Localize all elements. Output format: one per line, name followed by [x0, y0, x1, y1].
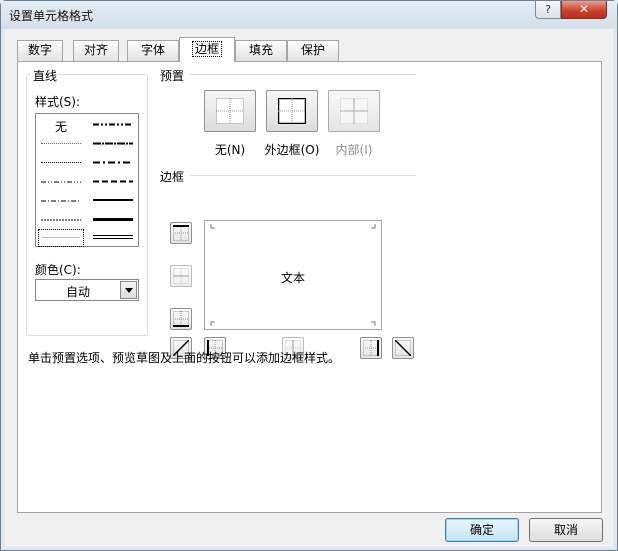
- tab-font[interactable]: 字体: [127, 40, 179, 61]
- cancel-button[interactable]: 取消: [529, 518, 603, 542]
- preset-outline-label: 外边框(O): [264, 143, 320, 157]
- presets-divider: [190, 74, 416, 75]
- border-outline-icon: [278, 98, 306, 124]
- preset-inside-button: [328, 90, 380, 132]
- diagonal-down-icon: [395, 340, 411, 356]
- format-cells-dialog: 设置单元格格式 ? ✕ 数字 对齐 字体 边框 填充 保护 直线 样式(S): …: [0, 0, 618, 551]
- border-top-icon: [173, 225, 189, 241]
- chevron-down-icon[interactable]: [120, 281, 137, 299]
- hint-text: 单击预置选项、预览草图及上面的按钮可以添加边框样式。: [28, 351, 341, 365]
- preview-text: 文本: [280, 271, 305, 285]
- window-title: 设置单元格格式: [9, 9, 94, 23]
- border-bottom-icon: [173, 311, 189, 327]
- line-style-list[interactable]: 无: [35, 113, 139, 247]
- border-tab-panel: 直线 样式(S): 无 颜色(C): 自动 预置 无(N) 外边框(O) 内部(…: [17, 61, 602, 513]
- line-style-thick-dash-dot-dot[interactable]: [90, 116, 136, 134]
- line-group-title: 直线: [31, 67, 60, 84]
- title-bar[interactable]: 设置单元格格式 ? ✕: [1, 1, 617, 29]
- line-style-thin-selected[interactable]: [38, 229, 84, 247]
- color-label: 颜色(C):: [35, 263, 81, 277]
- border-divider: [190, 175, 416, 176]
- line-style-double[interactable]: [90, 229, 136, 247]
- preset-outline-button[interactable]: [266, 90, 318, 132]
- tab-border[interactable]: 边框: [179, 37, 235, 62]
- preset-none-button[interactable]: [204, 90, 256, 132]
- presets-title: 预置: [160, 69, 185, 83]
- tab-number[interactable]: 数字: [17, 40, 63, 61]
- line-style-slant-dash-dot[interactable]: [90, 135, 136, 153]
- border-inside-horizontal-button: [170, 265, 192, 287]
- color-value: 自动: [65, 285, 90, 299]
- line-style-dash-dot[interactable]: [38, 192, 84, 210]
- border-inside-horizontal-icon: [173, 268, 189, 284]
- border-right-button[interactable]: [360, 337, 382, 359]
- ok-button[interactable]: 确定: [445, 518, 519, 542]
- line-style-hair[interactable]: [38, 135, 84, 153]
- border-none-icon: [216, 98, 244, 124]
- line-style-medium-dashed[interactable]: [90, 173, 136, 191]
- dialog-client: 数字 对齐 字体 边框 填充 保护 直线 样式(S): 无 颜色(C): 自动 …: [5, 29, 613, 547]
- line-style-dash-dot-dot[interactable]: [38, 173, 84, 191]
- line-group: 直线 样式(S): 无 颜色(C): 自动: [26, 67, 148, 336]
- preset-none-label: 无(N): [214, 143, 246, 157]
- border-bottom-button[interactable]: [170, 308, 192, 330]
- preset-inside-label: 内部(I): [335, 143, 373, 157]
- tab-alignment[interactable]: 对齐: [73, 40, 119, 61]
- border-title: 边框: [160, 170, 185, 184]
- line-style-dashed-thin[interactable]: [38, 211, 84, 229]
- style-label: 样式(S):: [35, 95, 81, 109]
- line-style-dotted[interactable]: [38, 154, 84, 172]
- line-style-none[interactable]: 无: [38, 116, 84, 134]
- line-style-thick[interactable]: [90, 211, 136, 229]
- color-dropdown[interactable]: 自动: [35, 279, 139, 301]
- close-button[interactable]: ✕: [561, 1, 607, 19]
- tab-fill[interactable]: 填充: [235, 40, 287, 61]
- line-style-medium-dash-dot[interactable]: [90, 154, 136, 172]
- border-preview[interactable]: 文本: [204, 220, 382, 330]
- border-diagonal-down-button[interactable]: [392, 337, 414, 359]
- border-right-icon: [363, 340, 379, 356]
- help-button[interactable]: ?: [535, 1, 561, 19]
- border-inside-icon: [340, 98, 368, 124]
- tab-protection[interactable]: 保护: [287, 40, 339, 61]
- border-top-button[interactable]: [170, 222, 192, 244]
- line-style-medium[interactable]: [90, 192, 136, 210]
